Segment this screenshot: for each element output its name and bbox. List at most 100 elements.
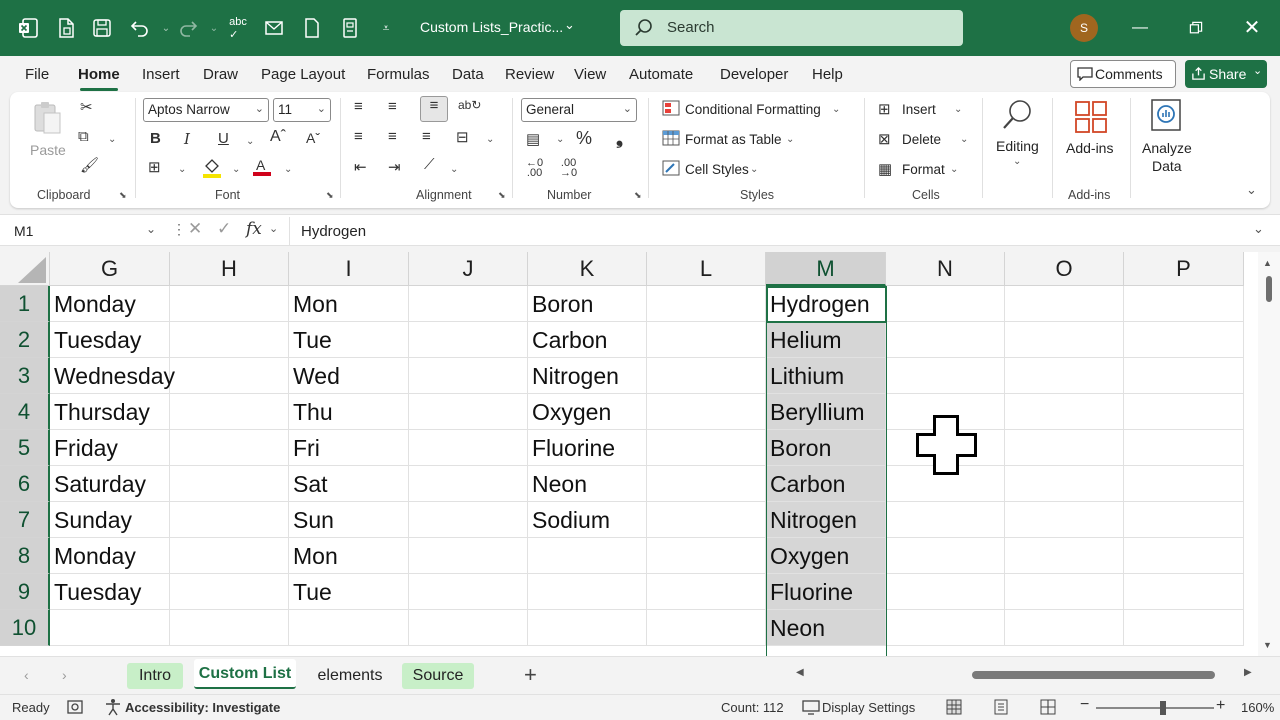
cell-j2[interactable] (409, 322, 528, 358)
cell-i6[interactable]: Sat (289, 466, 409, 502)
tab-home[interactable]: Home (78, 66, 120, 83)
cell-j7[interactable] (409, 502, 528, 538)
decrease-indent-icon[interactable]: ⇤ (354, 158, 367, 176)
cell-styles-chevron-icon[interactable]: ⌄ (750, 164, 758, 175)
cell-m7[interactable]: Nitrogen (766, 502, 886, 538)
cell-g9[interactable]: Tuesday (50, 574, 170, 610)
alignment-launcher-icon[interactable]: ⬊ (498, 190, 506, 201)
cell-n3[interactable] (886, 358, 1005, 394)
cell-n10[interactable] (886, 610, 1005, 646)
align-middle-icon[interactable]: ≡ (388, 98, 397, 115)
cell-o6[interactable] (1005, 466, 1124, 502)
paste-icon[interactable] (30, 100, 64, 138)
cell-g10[interactable] (50, 610, 170, 646)
format-cells-label[interactable]: Format (902, 162, 945, 177)
name-box[interactable]: M1 ⌄ (8, 219, 160, 243)
number-format-select[interactable]: General ⌄ (521, 98, 637, 122)
column-header-l[interactable]: L (647, 252, 766, 286)
tab-developer[interactable]: Developer (720, 66, 788, 83)
format-as-table-label[interactable]: Format as Table (685, 132, 782, 147)
clipboard-launcher-icon[interactable]: ⬊ (119, 190, 127, 201)
cell-j4[interactable] (409, 394, 528, 430)
tab-draw[interactable]: Draw (203, 66, 238, 83)
align-top-icon[interactable]: ≡ (354, 98, 363, 115)
cell-i4[interactable]: Thu (289, 394, 409, 430)
row-header-3[interactable]: 3 (0, 358, 50, 394)
cell-m2[interactable]: Helium (766, 322, 886, 358)
analyze-data-label-line1[interactable]: Analyze (1142, 140, 1192, 156)
cell-h9[interactable] (170, 574, 289, 610)
copy-icon[interactable]: ⧉ (78, 128, 89, 145)
cell-o9[interactable] (1005, 574, 1124, 610)
comma-style-icon[interactable]: ❟ (616, 128, 623, 149)
avatar[interactable]: S (1070, 14, 1098, 42)
tab-view[interactable]: View (574, 66, 606, 83)
cell-o2[interactable] (1005, 322, 1124, 358)
cell-g4[interactable]: Thursday (50, 394, 170, 430)
cell-n9[interactable] (886, 574, 1005, 610)
horizontal-scroll-thumb[interactable] (972, 671, 1215, 679)
cell-o1[interactable] (1005, 286, 1124, 322)
zoom-slider-thumb[interactable] (1160, 701, 1166, 715)
increase-decimal-icon[interactable]: ←0.00 (526, 158, 543, 179)
select-all-button[interactable] (0, 252, 50, 286)
minimize-icon[interactable]: — (1128, 16, 1152, 40)
zoom-in-icon[interactable]: + (1216, 697, 1225, 715)
cancel-icon[interactable]: ✕ (188, 219, 202, 239)
worksheet-grid[interactable]: G H I J K L M N O P 1 Monday Mon Boron Hydrogen 2 Tuesda… (0, 252, 1258, 656)
cell-m9[interactable]: Fluorine (766, 574, 886, 610)
cell-h2[interactable] (170, 322, 289, 358)
next-sheet-icon[interactable]: › (62, 667, 67, 683)
cell-p8[interactable] (1124, 538, 1244, 574)
column-header-o[interactable]: O (1005, 252, 1124, 286)
cell-o4[interactable] (1005, 394, 1124, 430)
editing-chevron-icon[interactable]: ⌄ (1013, 156, 1021, 167)
insert-function-icon[interactable]: fx (246, 219, 262, 239)
cell-l4[interactable] (647, 394, 766, 430)
restore-icon[interactable] (1184, 16, 1208, 40)
tab-insert[interactable]: Insert (142, 66, 180, 83)
sheet-tab-intro[interactable]: Intro (127, 663, 183, 689)
cell-g2[interactable]: Tuesday (50, 322, 170, 358)
cell-j5[interactable] (409, 430, 528, 466)
vertical-scrollbar[interactable]: ▲ ▼ (1258, 252, 1280, 656)
add-sheet-icon[interactable]: + (524, 662, 537, 688)
cell-j8[interactable] (409, 538, 528, 574)
cell-h7[interactable] (170, 502, 289, 538)
font-color-icon[interactable]: A (252, 156, 272, 180)
editing-label[interactable]: Editing (996, 138, 1039, 154)
cell-p9[interactable] (1124, 574, 1244, 610)
decrease-font-icon[interactable]: Aˇ (306, 130, 320, 146)
insert-cells-label[interactable]: Insert (902, 102, 936, 117)
previous-sheet-icon[interactable]: ‹ (24, 667, 29, 683)
cell-i1[interactable]: Mon (289, 286, 409, 322)
cell-m6[interactable]: Carbon (766, 466, 886, 502)
row-header-6[interactable]: 6 (0, 466, 50, 502)
borders-chevron-icon[interactable]: ⌄ (178, 164, 186, 175)
sheet-tab-elements[interactable]: elements (306, 663, 394, 689)
cell-p1[interactable] (1124, 286, 1244, 322)
increase-indent-icon[interactable]: ⇥ (388, 158, 401, 176)
cell-o10[interactable] (1005, 610, 1124, 646)
cell-k7[interactable]: Sodium (528, 502, 647, 538)
format-cells-icon[interactable]: ▦ (878, 160, 892, 178)
row-header-7[interactable]: 7 (0, 502, 50, 538)
tab-automate[interactable]: Automate (629, 66, 693, 83)
align-left-icon[interactable]: ≡ (354, 128, 363, 145)
font-name-select[interactable]: Aptos Narrow ⌄ (143, 98, 269, 122)
row-header-8[interactable]: 8 (0, 538, 50, 574)
cell-m10[interactable]: Neon (766, 610, 886, 646)
cell-g5[interactable]: Friday (50, 430, 170, 466)
row-header-9[interactable]: 9 (0, 574, 50, 610)
cell-i8[interactable]: Mon (289, 538, 409, 574)
column-header-j[interactable]: J (409, 252, 528, 286)
format-cells-chevron-icon[interactable]: ⌄ (950, 164, 958, 175)
cell-h5[interactable] (170, 430, 289, 466)
cell-j10[interactable] (409, 610, 528, 646)
underline-icon[interactable]: U (218, 130, 229, 147)
cell-l6[interactable] (647, 466, 766, 502)
cell-h10[interactable] (170, 610, 289, 646)
cell-p2[interactable] (1124, 322, 1244, 358)
underline-chevron-icon[interactable]: ⌄ (246, 136, 254, 147)
cell-h4[interactable] (170, 394, 289, 430)
